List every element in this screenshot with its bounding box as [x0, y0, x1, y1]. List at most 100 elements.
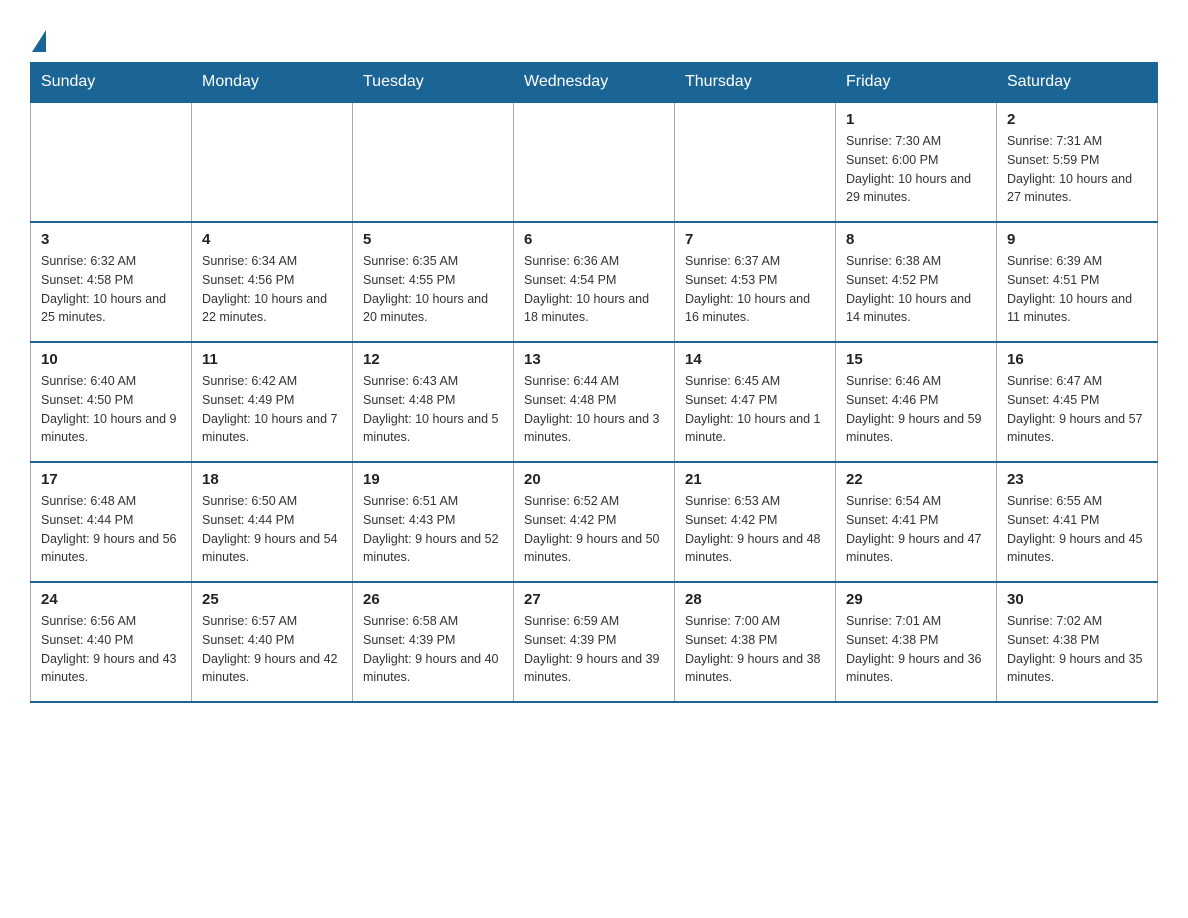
day-info: Sunrise: 6:53 AM Sunset: 4:42 PM Dayligh… — [685, 492, 825, 567]
day-info: Sunrise: 6:56 AM Sunset: 4:40 PM Dayligh… — [41, 612, 181, 687]
day-info: Sunrise: 6:47 AM Sunset: 4:45 PM Dayligh… — [1007, 372, 1147, 447]
calendar-cell: 22Sunrise: 6:54 AM Sunset: 4:41 PM Dayli… — [836, 462, 997, 582]
weekday-header-wednesday: Wednesday — [514, 63, 675, 103]
day-number: 7 — [685, 231, 825, 248]
calendar-cell: 23 Sunrise: 6:55 AM Sunset: 4:41 PM Dayli… — [997, 462, 1158, 582]
day-info: Sunrise: 6:34 AM Sunset: 4:56 PM Dayligh… — [202, 252, 342, 327]
calendar-cell: 2Sunrise: 7:31 AM Sunset: 5:59 PM Daylig… — [997, 102, 1158, 222]
calendar-cell: 17Sunrise: 6:48 AM Sunset: 4:44 PM Dayli… — [31, 462, 192, 582]
calendar-cell — [31, 102, 192, 222]
calendar-cell: 12 Sunrise: 6:43 AM Sunset: 4:48 PM Dayli… — [353, 342, 514, 462]
calendar-cell: 24 Sunrise: 6:56 AM Sunset: 4:40 PM Dayli… — [31, 582, 192, 702]
day-number: 25 — [202, 591, 342, 608]
page-header — [30, 20, 1158, 52]
calendar-cell: 5 Sunrise: 6:35 AM Sunset: 4:55 PM Daylig… — [353, 222, 514, 342]
calendar-cell: 9Sunrise: 6:39 AM Sunset: 4:51 PM Daylig… — [997, 222, 1158, 342]
weekday-header-row: SundayMondayTuesdayWednesdayThursdayFrid… — [31, 63, 1158, 103]
calendar-cell: 6 Sunrise: 6:36 AM Sunset: 4:54 PM Daylig… — [514, 222, 675, 342]
day-number: 16 — [1007, 351, 1147, 368]
day-info: Sunrise: 6:59 AM Sunset: 4:39 PM Dayligh… — [524, 612, 664, 687]
day-number: 18 — [202, 471, 342, 488]
calendar-cell: 3 Sunrise: 6:32 AM Sunset: 4:58 PM Daylig… — [31, 222, 192, 342]
weekday-header-thursday: Thursday — [675, 63, 836, 103]
calendar-cell: 20Sunrise: 6:52 AM Sunset: 4:42 PM Dayli… — [514, 462, 675, 582]
day-info: Sunrise: 6:36 AM Sunset: 4:54 PM Dayligh… — [524, 252, 664, 327]
day-info: Sunrise: 6:45 AM Sunset: 4:47 PM Dayligh… — [685, 372, 825, 447]
day-number: 15 — [846, 351, 986, 368]
week-row-5: 24 Sunrise: 6:56 AM Sunset: 4:40 PM Dayli… — [31, 582, 1158, 702]
day-number: 21 — [685, 471, 825, 488]
day-info: Sunrise: 7:30 AM Sunset: 6:00 PM Dayligh… — [846, 132, 986, 207]
calendar-cell — [353, 102, 514, 222]
calendar-cell: 19 Sunrise: 6:51 AM Sunset: 4:43 PM Dayli… — [353, 462, 514, 582]
calendar-cell: 29Sunrise: 7:01 AM Sunset: 4:38 PM Dayli… — [836, 582, 997, 702]
logo — [30, 20, 46, 52]
day-number: 1 — [846, 111, 986, 128]
day-info: Sunrise: 7:00 AM Sunset: 4:38 PM Dayligh… — [685, 612, 825, 687]
day-number: 28 — [685, 591, 825, 608]
day-info: Sunrise: 6:40 AM Sunset: 4:50 PM Dayligh… — [41, 372, 181, 447]
day-info: Sunrise: 6:32 AM Sunset: 4:58 PM Dayligh… — [41, 252, 181, 327]
day-number: 22 — [846, 471, 986, 488]
weekday-header-sunday: Sunday — [31, 63, 192, 103]
weekday-header-tuesday: Tuesday — [353, 63, 514, 103]
weekday-header-saturday: Saturday — [997, 63, 1158, 103]
day-info: Sunrise: 6:58 AM Sunset: 4:39 PM Dayligh… — [363, 612, 503, 687]
day-info: Sunrise: 6:51 AM Sunset: 4:43 PM Dayligh… — [363, 492, 503, 567]
calendar-cell: 16 Sunrise: 6:47 AM Sunset: 4:45 PM Dayli… — [997, 342, 1158, 462]
day-info: Sunrise: 6:42 AM Sunset: 4:49 PM Dayligh… — [202, 372, 342, 447]
day-number: 12 — [363, 351, 503, 368]
day-info: Sunrise: 6:43 AM Sunset: 4:48 PM Dayligh… — [363, 372, 503, 447]
day-info: Sunrise: 6:55 AM Sunset: 4:41 PM Dayligh… — [1007, 492, 1147, 567]
day-number: 13 — [524, 351, 664, 368]
day-number: 27 — [524, 591, 664, 608]
calendar-cell: 26 Sunrise: 6:58 AM Sunset: 4:39 PM Dayli… — [353, 582, 514, 702]
week-row-3: 10 Sunrise: 6:40 AM Sunset: 4:50 PM Dayli… — [31, 342, 1158, 462]
calendar-cell — [675, 102, 836, 222]
weekday-header-friday: Friday — [836, 63, 997, 103]
day-info: Sunrise: 6:46 AM Sunset: 4:46 PM Dayligh… — [846, 372, 986, 447]
calendar-cell: 27 Sunrise: 6:59 AM Sunset: 4:39 PM Dayli… — [514, 582, 675, 702]
week-row-2: 3 Sunrise: 6:32 AM Sunset: 4:58 PM Daylig… — [31, 222, 1158, 342]
calendar-cell: 15 Sunrise: 6:46 AM Sunset: 4:46 PM Dayli… — [836, 342, 997, 462]
calendar-cell: 8 Sunrise: 6:38 AM Sunset: 4:52 PM Daylig… — [836, 222, 997, 342]
day-number: 11 — [202, 351, 342, 368]
weekday-header-monday: Monday — [192, 63, 353, 103]
calendar-cell: 1 Sunrise: 7:30 AM Sunset: 6:00 PM Daylig… — [836, 102, 997, 222]
day-number: 10 — [41, 351, 181, 368]
day-number: 17 — [41, 471, 181, 488]
calendar-cell: 4Sunrise: 6:34 AM Sunset: 4:56 PM Daylig… — [192, 222, 353, 342]
day-number: 26 — [363, 591, 503, 608]
calendar-cell — [514, 102, 675, 222]
day-number: 20 — [524, 471, 664, 488]
calendar-cell: 18 Sunrise: 6:50 AM Sunset: 4:44 PM Dayli… — [192, 462, 353, 582]
day-number: 9 — [1007, 231, 1147, 248]
day-number: 30 — [1007, 591, 1147, 608]
calendar-cell: 7 Sunrise: 6:37 AM Sunset: 4:53 PM Daylig… — [675, 222, 836, 342]
day-info: Sunrise: 6:38 AM Sunset: 4:52 PM Dayligh… — [846, 252, 986, 327]
day-info: Sunrise: 6:37 AM Sunset: 4:53 PM Dayligh… — [685, 252, 825, 327]
calendar-cell: 25 Sunrise: 6:57 AM Sunset: 4:40 PM Dayli… — [192, 582, 353, 702]
day-info: Sunrise: 6:57 AM Sunset: 4:40 PM Dayligh… — [202, 612, 342, 687]
calendar-cell: 13 Sunrise: 6:44 AM Sunset: 4:48 PM Dayli… — [514, 342, 675, 462]
day-number: 19 — [363, 471, 503, 488]
day-number: 8 — [846, 231, 986, 248]
calendar-cell: 14 Sunrise: 6:45 AM Sunset: 4:47 PM Dayli… — [675, 342, 836, 462]
day-number: 23 — [1007, 471, 1147, 488]
day-info: Sunrise: 7:02 AM Sunset: 4:38 PM Dayligh… — [1007, 612, 1147, 687]
day-number: 24 — [41, 591, 181, 608]
week-row-1: 1 Sunrise: 7:30 AM Sunset: 6:00 PM Daylig… — [31, 102, 1158, 222]
calendar-cell: 30 Sunrise: 7:02 AM Sunset: 4:38 PM Dayli… — [997, 582, 1158, 702]
day-number: 14 — [685, 351, 825, 368]
day-number: 6 — [524, 231, 664, 248]
day-number: 29 — [846, 591, 986, 608]
calendar-cell: 28 Sunrise: 7:00 AM Sunset: 4:38 PM Dayli… — [675, 582, 836, 702]
week-row-4: 17Sunrise: 6:48 AM Sunset: 4:44 PM Dayli… — [31, 462, 1158, 582]
day-info: Sunrise: 6:44 AM Sunset: 4:48 PM Dayligh… — [524, 372, 664, 447]
day-number: 3 — [41, 231, 181, 248]
calendar-cell — [192, 102, 353, 222]
day-number: 5 — [363, 231, 503, 248]
calendar-cell: 21 Sunrise: 6:53 AM Sunset: 4:42 PM Dayli… — [675, 462, 836, 582]
day-info: Sunrise: 6:35 AM Sunset: 4:55 PM Dayligh… — [363, 252, 503, 327]
day-info: Sunrise: 6:50 AM Sunset: 4:44 PM Dayligh… — [202, 492, 342, 567]
